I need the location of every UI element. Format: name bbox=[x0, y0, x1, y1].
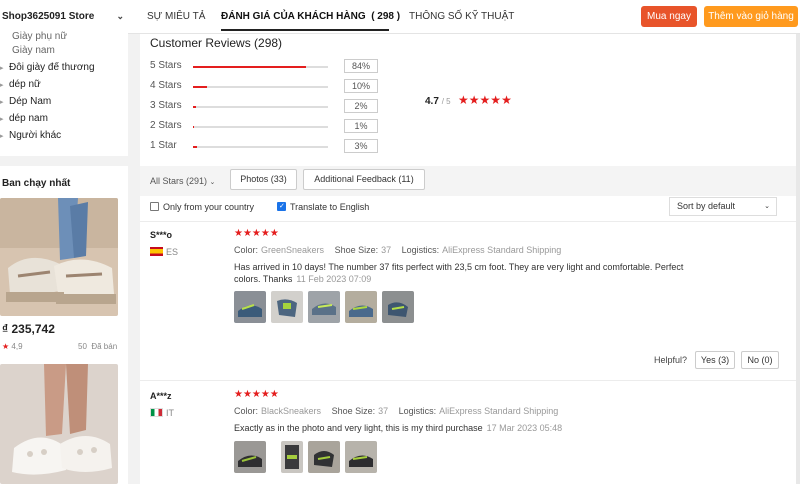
checkbox-unchecked-icon bbox=[150, 202, 159, 211]
category-item[interactable]: ▸ Người khác bbox=[0, 130, 61, 141]
caret-right-icon: ▸ bbox=[0, 82, 4, 89]
category-item[interactable]: ▸ dép nữ bbox=[0, 79, 41, 90]
chevron-down-icon[interactable]: ⌄ bbox=[116, 11, 124, 22]
translate-checkbox[interactable]: Translate to English bbox=[277, 202, 369, 212]
divider bbox=[140, 380, 800, 381]
filter-bar: All Stars (291) ⌄ Photos (33) Additional… bbox=[140, 166, 800, 196]
sort-select[interactable]: Sort by default ⌄ bbox=[669, 197, 777, 216]
review-date: 17 Mar 2023 05:48 bbox=[486, 423, 563, 433]
caret-right-icon: ▸ bbox=[0, 65, 4, 72]
average-stars: ★★★★★ bbox=[458, 93, 512, 107]
tab-specifications[interactable]: THÔNG SỐ KỸ THUẬT bbox=[409, 11, 514, 22]
caret-right-icon: ▸ bbox=[0, 116, 4, 123]
bestsellers-title: Ban chạy nhất bbox=[2, 178, 71, 189]
rating-bar-fill bbox=[193, 86, 207, 88]
product-image-sandal-beige[interactable] bbox=[0, 198, 118, 316]
star-icon: ★ bbox=[458, 93, 469, 107]
helpful-no-button[interactable]: No (0) bbox=[741, 351, 779, 369]
caret-right-icon: ▸ bbox=[0, 99, 4, 106]
product-price: ₫ 235,742 bbox=[2, 322, 55, 336]
rating-bar-fill bbox=[193, 66, 307, 68]
review-photo-thumbnail[interactable] bbox=[308, 291, 340, 323]
star-icon: ★ bbox=[490, 93, 502, 107]
tab-customer-reviews[interactable]: ĐÁNH GIÁ CỦA KHÁCH HÀNG ( 298 ) bbox=[221, 11, 400, 22]
reviewer-country: ES bbox=[150, 247, 178, 257]
review-date: 11 Feb 2023 07:09 bbox=[296, 274, 372, 284]
scrollbar[interactable] bbox=[796, 34, 800, 484]
review-photo-thumbnail[interactable] bbox=[271, 291, 303, 323]
photos-filter-button[interactable]: Photos (33) bbox=[230, 169, 297, 190]
buy-now-button[interactable]: Mua ngay bbox=[641, 6, 697, 27]
review-attributes: Color: GreenSneakers Shoe Size: 37 Logisti… bbox=[234, 245, 562, 255]
rating-bar bbox=[193, 86, 328, 88]
reviews-title: Customer Reviews (298) bbox=[150, 36, 283, 50]
checkbox-checked-icon bbox=[277, 202, 286, 211]
category-item[interactable]: ▸ Đôi giày đế thương bbox=[0, 62, 95, 73]
reviewer-name: S***o bbox=[150, 230, 173, 240]
all-stars-dropdown[interactable]: All Stars (291) ⌄ bbox=[150, 176, 215, 186]
store-name: Shop3625091 Store bbox=[2, 11, 95, 22]
helpful-yes-button[interactable]: Yes (3) bbox=[695, 351, 735, 369]
additional-feedback-button[interactable]: Additional Feedback (11) bbox=[303, 169, 425, 190]
product-image-sandal-white[interactable] bbox=[0, 364, 118, 484]
rating-bar bbox=[193, 66, 328, 68]
category-item[interactable]: Giày phụ nữ bbox=[12, 31, 67, 42]
reviews-section: Customer Reviews (298) 5 Stars 84% 4 Sta… bbox=[140, 34, 800, 484]
product-sold: 50 Đã bán bbox=[78, 342, 118, 351]
category-item[interactable]: ▸ Dép Nam bbox=[0, 96, 51, 107]
review-photo-thumbnail[interactable] bbox=[382, 291, 414, 323]
review-text: Has arrived in 10 days! The number 37 fi… bbox=[234, 262, 684, 284]
average-rating: 4.7 / 5 bbox=[425, 96, 451, 107]
bestsellers-panel: Ban chạy nhất ₫ 235,742 ★ 4,9 50 Đã bán bbox=[0, 166, 128, 484]
helpful-label: Helpful? bbox=[654, 355, 688, 365]
review-attributes: Color: BlackSneakers Shoe Size: 37 Logisti… bbox=[234, 406, 559, 416]
review-photo-thumbnail[interactable] bbox=[345, 291, 377, 323]
product-tabs-bar: SỰ MIÊU TẢ ĐÁNH GIÁ CỦA KHÁCH HÀNG ( 298… bbox=[128, 0, 800, 34]
product-rating: ★ 4,9 bbox=[2, 342, 23, 351]
rating-bar-fill bbox=[193, 106, 196, 108]
tab-description[interactable]: SỰ MIÊU TẢ bbox=[147, 11, 205, 22]
chevron-down-icon: ⌄ bbox=[209, 179, 216, 186]
star-icon: ★ bbox=[2, 342, 10, 351]
review-photo-thumbnail[interactable] bbox=[234, 441, 266, 473]
store-header[interactable]: Shop3625091 Store ⌄ bbox=[0, 0, 128, 34]
review-photo-thumbnail[interactable] bbox=[281, 441, 303, 473]
category-item[interactable]: ▸ dép nam bbox=[0, 113, 48, 124]
review-stars: ★★★★★ bbox=[234, 389, 279, 400]
reviewer-country: IT bbox=[150, 408, 174, 418]
review-photo-thumbnail[interactable] bbox=[234, 291, 266, 323]
active-tab-indicator bbox=[221, 29, 389, 31]
review-photo-thumbnail[interactable] bbox=[308, 441, 340, 473]
store-category-panel: Shop3625091 Store ⌄ Giày phụ nữ Giày nam… bbox=[0, 0, 128, 156]
add-to-cart-button[interactable]: Thêm vào giỏ hàng bbox=[704, 6, 798, 27]
category-item[interactable]: Giày nam bbox=[12, 45, 55, 56]
review-photo-thumbnail[interactable] bbox=[345, 441, 377, 473]
review-stars: ★★★★★ bbox=[234, 228, 279, 239]
rating-bar-fill bbox=[193, 146, 198, 148]
review-text: Exactly as in the photo and very light, … bbox=[234, 423, 563, 433]
chevron-down-icon: ⌄ bbox=[764, 203, 770, 210]
star-half-icon: ★ bbox=[501, 93, 512, 107]
star-icon: ★ bbox=[479, 93, 491, 107]
rating-bar-fill bbox=[193, 126, 195, 128]
divider bbox=[140, 221, 800, 222]
review-item: A***z IT ★★★★★ Color: BlackSneakers Shoe … bbox=[140, 389, 800, 484]
flag-it-icon bbox=[150, 408, 163, 417]
flag-es-icon bbox=[150, 247, 163, 256]
rating-bar bbox=[193, 126, 328, 128]
rating-bar bbox=[193, 106, 328, 108]
only-country-checkbox[interactable]: Only from your country bbox=[150, 202, 254, 212]
caret-right-icon: ▸ bbox=[0, 133, 4, 140]
rating-bar bbox=[193, 146, 328, 148]
store-sidebar: Shop3625091 Store ⌄ Giày phụ nữ Giày nam… bbox=[0, 0, 128, 484]
star-icon: ★ bbox=[468, 93, 480, 107]
reviewer-name: A***z bbox=[150, 391, 172, 401]
review-item: S***o ES ★★★★★ Color: GreenSneakers Shoe … bbox=[140, 228, 800, 380]
